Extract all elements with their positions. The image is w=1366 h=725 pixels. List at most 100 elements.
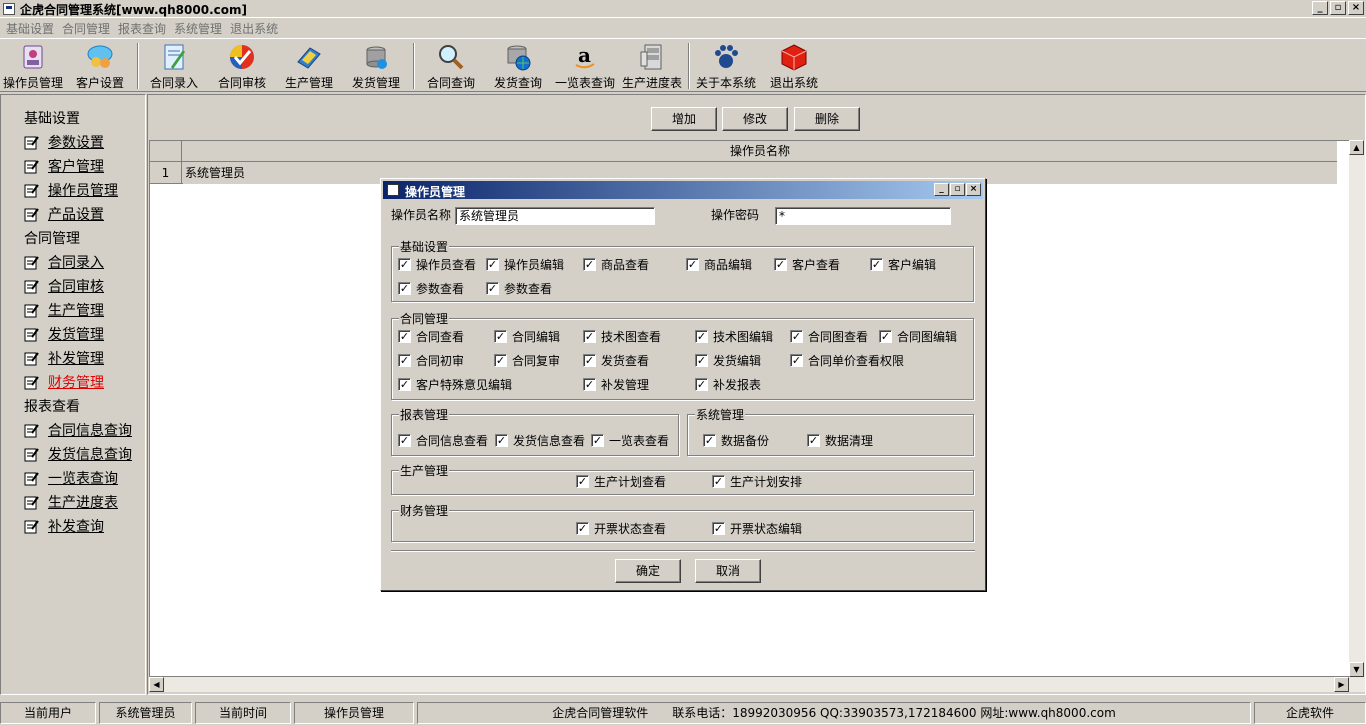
sidebar-item-overview-query[interactable]: 一览表查询 (24, 468, 118, 488)
menu-contract-management[interactable]: 合同管理 (60, 18, 116, 38)
checkbox-customer-special-opinion-edit[interactable]: ✓ 客户特殊意见编辑 (398, 376, 512, 393)
sidebar-item-progress[interactable]: 生产进度表 (24, 492, 118, 512)
toolbar-contract-review-button[interactable]: 合同审核 (212, 42, 272, 90)
checkbox-production-plan-view[interactable]: ✓ 生产计划查看 (576, 473, 666, 490)
checkbox-invoice-status-view[interactable]: ✓ 开票状态查看 (576, 520, 666, 537)
dialog-maximize-button[interactable]: ▫ (950, 183, 965, 196)
horizontal-scrollbar[interactable]: ◀ ▶ (149, 677, 1365, 692)
window-title: 企虎合同管理系统[www.qh8000.com] (20, 3, 247, 17)
sidebar-item-shipping[interactable]: 发货管理 (24, 324, 104, 344)
sidebar-item-customers[interactable]: 客户管理 (24, 156, 104, 176)
toolbar-contract-query-button[interactable]: 合同查询 (421, 42, 481, 90)
checkbox-customer-view[interactable]: ✓ 客户查看 (774, 256, 840, 273)
operator-name-input[interactable]: 系统管理员 (455, 207, 655, 225)
toolbar-contract-entry-button[interactable]: 合同录入 (144, 42, 204, 90)
add-button[interactable]: 增加 (651, 107, 717, 131)
document-edit-icon (24, 519, 39, 533)
toolbar-production-button[interactable]: 生产管理 (279, 42, 339, 90)
sidebar-item-reissue-query[interactable]: 补发查询 (24, 516, 104, 536)
scroll-down-icon[interactable]: ▼ (1349, 662, 1364, 677)
checkbox-shipping-view[interactable]: ✓ 发货查看 (583, 352, 649, 369)
dialog-close-button[interactable]: × (966, 183, 981, 196)
restore-button[interactable]: ▫ (1330, 1, 1346, 15)
sidebar-item-reissue[interactable]: 补发管理 (24, 348, 104, 368)
password-input[interactable]: * (775, 207, 951, 225)
edit-button[interactable]: 修改 (722, 107, 788, 131)
checkbox-tech-drawing-view[interactable]: ✓ 技术图查看 (583, 328, 661, 345)
sidebar-item-production[interactable]: 生产管理 (24, 300, 104, 320)
checkbox-parameter-view[interactable]: ✓ 参数查看 (398, 280, 464, 297)
delete-button[interactable]: 删除 (794, 107, 860, 131)
checkbox-unit-price-permission[interactable]: ✓ 合同单价查看权限 (790, 352, 904, 369)
dialog-separator (391, 550, 975, 552)
checkbox-product-view[interactable]: ✓ 商品查看 (583, 256, 649, 273)
checkbox-reissue-management[interactable]: ✓ 补发管理 (583, 376, 649, 393)
sidebar-item-contract-entry[interactable]: 合同录入 (24, 252, 104, 272)
checkbox-contract-re-review[interactable]: ✓ 合同复审 (494, 352, 560, 369)
document-edit-icon (24, 279, 39, 293)
toolbar-about-button[interactable]: 关于本系统 (695, 42, 757, 90)
vertical-scrollbar[interactable]: ▲ ▼ (1349, 140, 1365, 677)
scroll-up-icon[interactable]: ▲ (1349, 140, 1364, 155)
sidebar-item-shipping-info-query[interactable]: 发货信息查询 (24, 444, 132, 464)
scroll-right-icon[interactable]: ▶ (1334, 677, 1349, 692)
document-edit-icon (24, 471, 39, 485)
sidebar-item-contract-review[interactable]: 合同审核 (24, 276, 104, 296)
checkbox-checked-icon: ✓ (494, 354, 507, 367)
dialog-window-controls: _ ▫ × (934, 183, 981, 196)
dialog-title-bar: 操作员管理 _ ▫ × (383, 181, 983, 199)
toolbar-progress-button[interactable]: 生产进度表 (620, 42, 684, 90)
dialog-minimize-button[interactable]: _ (934, 183, 949, 196)
checkbox-shipping-info-view[interactable]: ✓ 发货信息查看 (495, 432, 585, 449)
dialog-title: 操作员管理 (405, 185, 466, 199)
checkbox-operator-edit[interactable]: ✓ 操作员编辑 (486, 256, 564, 273)
close-button[interactable]: × (1348, 1, 1364, 15)
checkbox-checked-icon: ✓ (398, 330, 411, 343)
document-edit-icon (24, 183, 39, 197)
checkbox-contract-edit[interactable]: ✓ 合同编辑 (494, 328, 560, 345)
document-edit-icon (24, 375, 39, 389)
toolbar-shipping-button[interactable]: 发货管理 (346, 42, 406, 90)
checkbox-reissue-report[interactable]: ✓ 补发报表 (695, 376, 761, 393)
sidebar-item-finance[interactable]: 财务管理 (24, 372, 104, 392)
sidebar-item-products[interactable]: 产品设置 (24, 204, 104, 224)
scroll-left-icon[interactable]: ◀ (149, 677, 164, 692)
cancel-button[interactable]: 取消 (695, 559, 761, 583)
checkbox-product-edit[interactable]: ✓ 商品编辑 (686, 256, 752, 273)
checkbox-contract-first-review[interactable]: ✓ 合同初审 (398, 352, 464, 369)
checkbox-contract-info-view[interactable]: ✓ 合同信息查看 (398, 432, 488, 449)
checkbox-tech-drawing-edit[interactable]: ✓ 技术图编辑 (695, 328, 773, 345)
status-contact: 联系电话：18992030956 QQ:33903573,172184600 网… (672, 706, 1116, 720)
checkbox-contract-view[interactable]: ✓ 合同查看 (398, 328, 464, 345)
checkbox-production-plan-arrange[interactable]: ✓ 生产计划安排 (712, 473, 802, 490)
toolbar-operator-button[interactable]: 操作员管理 (2, 42, 64, 90)
checkbox-contract-drawing-view[interactable]: ✓ 合同图查看 (790, 328, 868, 345)
checkbox-checked-icon: ✓ (774, 258, 787, 271)
checkbox-operator-view[interactable]: ✓ 操作员查看 (398, 256, 476, 273)
checkbox-data-cleanup[interactable]: ✓ 数据清理 (807, 432, 873, 449)
checkbox-shipping-edit[interactable]: ✓ 发货编辑 (695, 352, 761, 369)
toolbar-overview-query-button[interactable]: a 一览表查询 (553, 42, 617, 90)
column-header-operator-name[interactable]: 操作员名称 (183, 141, 1337, 162)
checkbox-customer-edit[interactable]: ✓ 客户编辑 (870, 256, 936, 273)
sidebar-item-operators[interactable]: 操作员管理 (24, 180, 118, 200)
checkbox-contract-drawing-edit[interactable]: ✓ 合同图编辑 (879, 328, 957, 345)
minimize-button[interactable]: _ (1312, 1, 1328, 15)
toolbar-customer-button[interactable]: 客户设置 (70, 42, 130, 90)
checkbox-checked-icon: ✓ (695, 378, 708, 391)
toolbar-shipping-query-button[interactable]: 发货查询 (488, 42, 548, 90)
checkbox-data-backup[interactable]: ✓ 数据备份 (703, 432, 769, 449)
toolbar-exit-button[interactable]: 退出系统 (764, 42, 824, 90)
database-globe-icon (507, 45, 531, 71)
checkbox-parameter-view-2[interactable]: ✓ 参数查看 (486, 280, 552, 297)
menu-exit-system[interactable]: 退出系统 (228, 18, 284, 38)
production-icon (297, 47, 321, 69)
checkbox-overview-view[interactable]: ✓ 一览表查看 (591, 432, 669, 449)
checkbox-invoice-status-edit[interactable]: ✓ 开票状态编辑 (712, 520, 802, 537)
sidebar-item-contract-info-query[interactable]: 合同信息查询 (24, 420, 132, 440)
ok-button[interactable]: 确定 (615, 559, 681, 583)
menu-basic-settings[interactable]: 基础设置 (4, 18, 60, 38)
menu-system-management[interactable]: 系统管理 (172, 18, 228, 38)
sidebar-item-parameters[interactable]: 参数设置 (24, 132, 104, 152)
menu-report-query[interactable]: 报表查询 (116, 18, 172, 38)
